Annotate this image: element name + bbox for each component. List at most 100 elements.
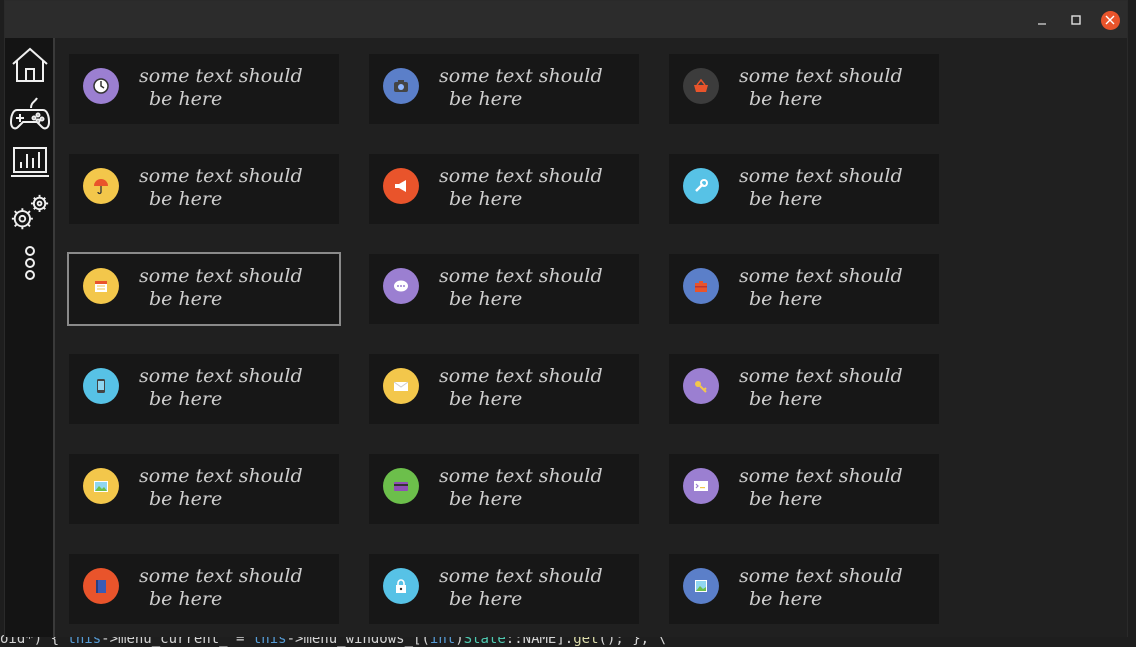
- grid-card[interactable]: some text should be here: [69, 54, 339, 124]
- clock-icon: [83, 68, 119, 104]
- camera-icon: [383, 68, 419, 104]
- card-text-line1: some text should: [439, 65, 603, 87]
- card-text-line2: be here: [449, 488, 523, 510]
- card-text-line1: some text should: [739, 465, 903, 487]
- card-text-line2: be here: [149, 188, 223, 210]
- card-text-line1: some text should: [439, 565, 603, 587]
- card-text: some text should be here: [139, 65, 329, 111]
- app-window: some text should be here some text should b…: [4, 0, 1128, 637]
- book-icon: [83, 568, 119, 604]
- grid-card[interactable]: some text should be here: [69, 354, 339, 424]
- card-grid: some text should be here some text should b…: [55, 38, 1127, 637]
- card-text: some text should be here: [139, 165, 329, 211]
- card-text-line1: some text should: [139, 365, 303, 387]
- card-text-line2: be here: [449, 588, 523, 610]
- card-text-line1: some text should: [439, 265, 603, 287]
- close-button[interactable]: [1100, 10, 1120, 30]
- card-text: some text should be here: [739, 65, 929, 111]
- card-text-line1: some text should: [739, 65, 903, 87]
- grid-card[interactable]: some text should be here: [369, 154, 639, 224]
- card-text: some text should be here: [139, 565, 329, 611]
- card-text: some text should be here: [739, 565, 929, 611]
- card-text-line2: be here: [149, 88, 223, 110]
- card-text-line2: be here: [449, 288, 523, 310]
- card-text-line2: be here: [149, 388, 223, 410]
- grid-card[interactable]: some text should be here: [669, 54, 939, 124]
- minimize-icon: [1038, 23, 1046, 25]
- gears-icon: [11, 194, 49, 230]
- card-text: some text should be here: [439, 265, 629, 311]
- card-text-line1: some text should: [439, 365, 603, 387]
- toolbox-icon: [683, 268, 719, 304]
- image-icon: [83, 468, 119, 504]
- mail-icon: [383, 368, 419, 404]
- title-bar[interactable]: [5, 1, 1127, 38]
- lock-icon: [383, 568, 419, 604]
- sidebar-item-stats[interactable]: [9, 142, 51, 184]
- card-text-line1: some text should: [139, 265, 303, 287]
- card-text: some text should be here: [139, 465, 329, 511]
- sidebar-item-home[interactable]: [9, 44, 51, 86]
- calendar-icon: [83, 268, 119, 304]
- grid-card[interactable]: some text should be here: [669, 454, 939, 524]
- card-text: some text should be here: [439, 565, 629, 611]
- card-text-line1: some text should: [139, 65, 303, 87]
- grid-card[interactable]: some text should be here: [669, 354, 939, 424]
- card-text: some text should be here: [139, 265, 329, 311]
- close-button-circle: [1100, 10, 1120, 30]
- minimize-button[interactable]: [1032, 10, 1052, 30]
- phone-icon: [83, 368, 119, 404]
- card-text-line1: some text should: [739, 565, 903, 587]
- home-icon: [12, 47, 48, 82]
- basket-icon: [683, 68, 719, 104]
- card-text: some text should be here: [139, 365, 329, 411]
- card-text-line1: some text should: [439, 465, 603, 487]
- card-text-line2: be here: [449, 188, 523, 210]
- sidebar-item-more[interactable]: [9, 242, 51, 284]
- grid-card[interactable]: some text should be here: [369, 454, 639, 524]
- card-text-line2: be here: [749, 88, 823, 110]
- maximize-button[interactable]: [1066, 10, 1086, 30]
- card-text-line2: be here: [749, 588, 823, 610]
- credit-card-icon: [383, 468, 419, 504]
- megaphone-icon: [383, 168, 419, 204]
- card-text-line2: be here: [749, 288, 823, 310]
- sidebar-item-settings[interactable]: [9, 192, 51, 234]
- grid-card[interactable]: some text should be here: [69, 154, 339, 224]
- card-text-line1: some text should: [139, 165, 303, 187]
- card-text-line2: be here: [749, 388, 823, 410]
- grid-card[interactable]: some text should be here: [69, 554, 339, 624]
- card-text-line2: be here: [149, 288, 223, 310]
- close-icon: [1105, 15, 1115, 25]
- grid-card[interactable]: some text should be here: [69, 454, 339, 524]
- card-text: some text should be here: [739, 365, 929, 411]
- maximize-icon: [1071, 15, 1081, 25]
- sidebar-item-games[interactable]: [9, 94, 51, 136]
- card-text-line2: be here: [149, 588, 223, 610]
- picture-icon: [683, 568, 719, 604]
- wrench-icon: [683, 168, 719, 204]
- grid-card[interactable]: some text should be here: [369, 254, 639, 324]
- card-text-line1: some text should: [139, 465, 303, 487]
- card-text-line2: be here: [149, 488, 223, 510]
- grid-card[interactable]: some text should be here: [669, 254, 939, 324]
- grid-card[interactable]: some text should be here: [669, 554, 939, 624]
- key-icon: [683, 368, 719, 404]
- card-text-line2: be here: [449, 388, 523, 410]
- card-text: some text should be here: [439, 65, 629, 111]
- chart-icon: [11, 147, 49, 177]
- card-text: some text should be here: [739, 165, 929, 211]
- card-text: some text should be here: [439, 165, 629, 211]
- card-text-line1: some text should: [739, 265, 903, 287]
- card-text: some text should be here: [439, 465, 629, 511]
- grid-card[interactable]: some text should be here: [369, 354, 639, 424]
- card-text-line2: be here: [749, 488, 823, 510]
- gamepad-icon: [9, 97, 51, 130]
- grid-card[interactable]: some text should be here: [67, 252, 341, 326]
- grid-card[interactable]: some text should be here: [669, 154, 939, 224]
- grid-card[interactable]: some text should be here: [369, 554, 639, 624]
- more-icon: [25, 246, 35, 280]
- card-text-line1: some text should: [139, 565, 303, 587]
- grid-card[interactable]: some text should be here: [369, 54, 639, 124]
- card-text: some text should be here: [739, 465, 929, 511]
